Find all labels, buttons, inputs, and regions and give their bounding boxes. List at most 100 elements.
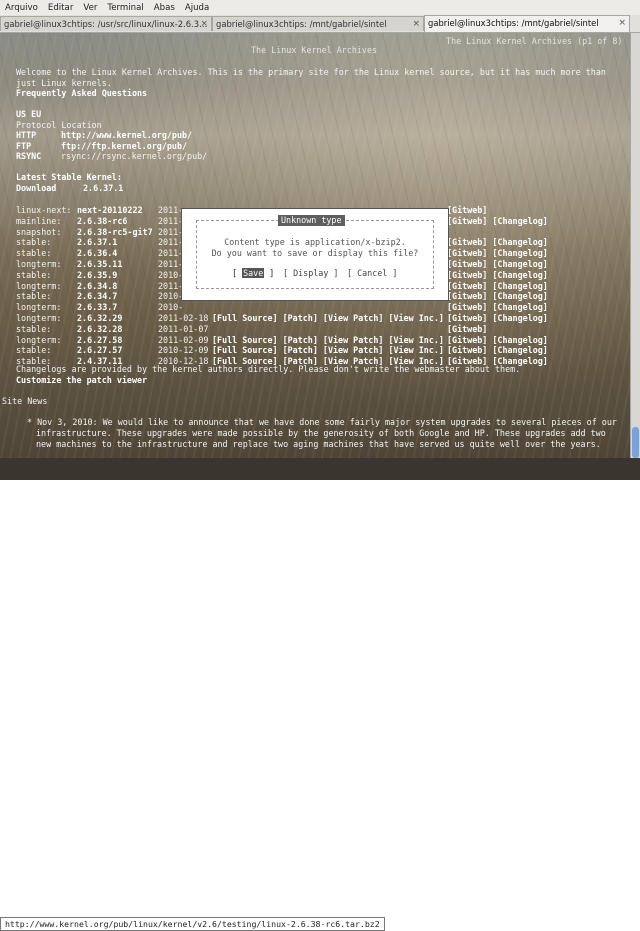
release-links[interactable]: [Full Source] [Patch] [View Patch] [View… [212, 345, 444, 356]
protocol-location[interactable]: ftp://ftp.kernel.org/pub/ [61, 141, 187, 152]
unknown-type-dialog: Unknown type Content type is application/… [181, 208, 449, 301]
site-news-heading: Site News [2, 396, 48, 406]
release-extra-links[interactable]: [Gitweb] [Changelog] [447, 270, 548, 281]
scrollbar-thumb[interactable] [632, 427, 639, 458]
pager-status: The Linux Kernel Archives (p1 of 8) [446, 36, 623, 46]
tab-close-icon[interactable]: × [412, 17, 420, 31]
release-version[interactable]: 2.6.32.28 [77, 324, 122, 335]
display-button[interactable]: [ Display ] [283, 268, 338, 278]
release-version[interactable]: 2.6.35.9 [77, 270, 117, 281]
protocol-header: Protocol Location [16, 120, 102, 130]
release-branch: longterm: [16, 280, 62, 291]
faq-link[interactable]: Frequently Asked Questions [16, 88, 147, 99]
release-date: 2011-02-09 [158, 334, 209, 345]
tab-close-icon[interactable]: × [618, 16, 626, 31]
release-extra-links[interactable]: [Gitweb] [Changelog] [447, 345, 548, 356]
tab-label: gabriel@linux3chtips: /mnt/gabriel/sinte… [216, 19, 387, 29]
tab-label: gabriel@linux3chtips: /mnt/gabriel/sinte… [428, 18, 599, 28]
menubar: Arquivo Editar Ver Terminal Abas Ajuda [0, 0, 640, 15]
download-label[interactable]: Download [16, 183, 56, 194]
menu-ver[interactable]: Ver [78, 3, 102, 13]
status-area: http://www.kernel.org/pub/linux/kernel/v… [0, 458, 640, 931]
release-version[interactable]: 2.6.33.7 [77, 302, 117, 313]
release-branch: longterm: [16, 334, 62, 345]
release-branch: stable: [16, 291, 52, 302]
protocol-location[interactable]: http://www.kernel.org/pub/ [61, 130, 192, 141]
release-version[interactable]: 2.6.27.57 [77, 345, 122, 356]
release-branch: longterm: [16, 302, 62, 313]
terminal-scrollbar[interactable] [630, 33, 640, 458]
menu-ajuda[interactable]: Ajuda [180, 3, 214, 13]
release-extra-links[interactable]: [Gitweb] [Changelog] [447, 281, 548, 292]
release-version[interactable]: 2.6.37.1 [77, 237, 117, 248]
menu-abas[interactable]: Abas [149, 3, 180, 13]
release-branch: longterm: [16, 313, 62, 323]
release-extra-links[interactable]: [Gitweb] [Changelog] [447, 259, 548, 270]
terminal-tab-1[interactable]: gabriel@linux3chtips: /usr/src/linux/lin… [0, 16, 212, 31]
release-version[interactable]: 2.6.38-rc6 [77, 216, 127, 227]
news-line-2: infrastructure. These upgrades were made… [36, 428, 606, 438]
release-date: 2010-12-09 [158, 345, 209, 356]
tab-close-icon[interactable]: × [200, 17, 208, 31]
release-extra-links[interactable]: [Gitweb] [447, 324, 487, 335]
release-date: 2011- [158, 259, 184, 269]
release-version[interactable]: 2.6.35.11 [77, 259, 122, 270]
menu-terminal[interactable]: Terminal [102, 3, 148, 13]
release-date: 2011- [158, 215, 184, 226]
release-version[interactable]: 2.6.27.58 [77, 335, 122, 346]
release-links[interactable]: [Full Source] [Patch] [View Patch] [View… [212, 335, 444, 346]
release-date: 2011- [158, 248, 184, 259]
release-date: 2011-02-18 [158, 313, 209, 323]
tab-label: gabriel@linux3chtips: /usr/src/linux/lin… [4, 19, 208, 29]
release-branch: stable: [16, 269, 52, 280]
welcome-text-2: just Linux kernels. [16, 78, 112, 88]
dialog-message-2: Do you want to save or display this file… [211, 248, 419, 258]
release-branch: stable: [16, 345, 52, 356]
changelog-note: Changelogs are provided by the kernel au… [16, 364, 521, 374]
status-url: http://www.kernel.org/pub/linux/kernel/v… [0, 917, 385, 931]
page-heading: The Linux Kernel Archives [251, 45, 378, 55]
customize-link[interactable]: Customize the patch viewer [16, 375, 147, 386]
region-links[interactable]: US EU [16, 109, 41, 120]
welcome-text: Welcome to the Linux Kernel Archives. Th… [16, 67, 606, 77]
news-line-1: * Nov 3, 2010: We would like to announce… [27, 417, 617, 427]
release-branch: longterm: [16, 259, 62, 269]
release-extra-links[interactable]: [Gitweb] [Changelog] [447, 237, 548, 248]
release-date: 2010- [158, 302, 184, 313]
release-extra-links[interactable]: [Gitweb] [Changelog] [447, 302, 548, 313]
release-date: 2011-01-07 [158, 323, 209, 334]
menu-editar[interactable]: Editar [43, 3, 78, 13]
terminal-tab-3[interactable]: gabriel@linux3chtips: /mnt/gabriel/sinte… [424, 15, 630, 32]
release-extra-links[interactable]: [Gitweb] [Changelog] [447, 313, 548, 324]
release-extra-links[interactable]: [Gitweb] [Changelog] [447, 248, 548, 259]
release-extra-links[interactable]: [Gitweb] [Changelog] [447, 291, 548, 302]
release-links[interactable]: [Full Source] [Patch] [View Patch] [View… [212, 313, 444, 324]
protocol-name: FTP [16, 140, 32, 151]
latest-stable-label: Latest Stable Kernel: [16, 172, 122, 182]
tab-bar: gabriel@linux3chtips: /usr/src/linux/lin… [0, 15, 640, 33]
release-date: 2011- [158, 226, 184, 237]
download-version: 2.6.37.1 [83, 183, 124, 193]
release-version[interactable]: next-20110222 [77, 205, 143, 216]
release-date: 2011- [158, 280, 184, 291]
release-extra-links[interactable]: [Gitweb] [447, 205, 487, 216]
release-version[interactable]: 2.6.32.29 [77, 313, 122, 324]
release-branch: stable: [16, 248, 52, 259]
release-version[interactable]: 2.6.34.8 [77, 281, 117, 292]
release-version[interactable]: 2.6.34.7 [77, 291, 117, 302]
news-line-3: new machines to the infrastructure and r… [36, 439, 601, 449]
cancel-button[interactable]: [ Cancel ] [347, 268, 397, 278]
terminal-tab-2[interactable]: gabriel@linux3chtips: /mnt/gabriel/sinte… [212, 16, 424, 31]
release-branch: mainline: [16, 215, 62, 226]
menu-arquivo[interactable]: Arquivo [0, 3, 43, 13]
release-branch: linux-next: [16, 205, 72, 215]
release-branch: snapshot: [16, 226, 62, 237]
save-button-label: Save [242, 268, 265, 278]
release-extra-links[interactable]: [Gitweb] [Changelog] [447, 216, 548, 227]
dialog-title: Unknown type [278, 215, 345, 226]
release-version[interactable]: 2.6.38-rc5-git7 [77, 227, 153, 238]
protocol-location[interactable]: rsync://rsync.kernel.org/pub/ [61, 151, 207, 162]
release-extra-links[interactable]: [Gitweb] [Changelog] [447, 335, 548, 346]
release-version[interactable]: 2.6.36.4 [77, 248, 117, 259]
save-button[interactable]: [ Save ] [232, 268, 274, 278]
